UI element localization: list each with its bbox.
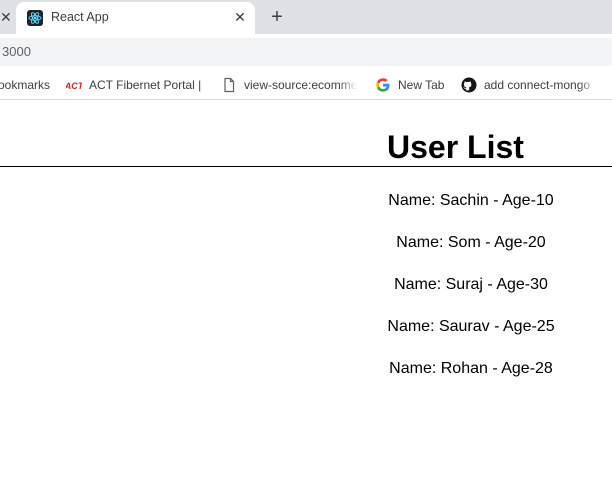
tab-close-icon[interactable]: ✕ bbox=[232, 9, 248, 25]
text-fade bbox=[339, 76, 357, 94]
bookmark-item-bookmarks[interactable]: ookmarks bbox=[0, 76, 54, 94]
bookmark-label: add connect-mongo bbox=[484, 78, 591, 92]
bookmark-item-act-fibernet[interactable]: ACT ACT Fibernet Portal | bbox=[66, 76, 202, 94]
address-bar[interactable]: 3000 bbox=[0, 38, 612, 66]
act-logo-icon: ACT bbox=[66, 77, 85, 93]
new-tab-button[interactable]: + bbox=[266, 6, 288, 28]
page-title: User List bbox=[387, 129, 524, 165]
bookmark-label: ookmarks bbox=[0, 78, 51, 92]
user-list-item: Name: Sachin - Age-10 bbox=[388, 192, 554, 209]
bookmark-item-view-source[interactable]: view-source:ecomme bbox=[221, 76, 357, 94]
github-icon bbox=[461, 77, 477, 93]
bookmark-item-connect-mongo[interactable]: add connect-mongo bbox=[461, 76, 597, 94]
page-icon bbox=[221, 77, 237, 93]
svg-text:ACT: ACT bbox=[66, 81, 82, 91]
close-icon[interactable]: ✕ bbox=[0, 8, 12, 26]
browser-tab[interactable]: React App ✕ bbox=[16, 2, 255, 34]
tab-title: React App bbox=[51, 10, 109, 24]
toolbar: 3000 bbox=[0, 34, 612, 70]
user-list-item: Name: Rohan - Age-28 bbox=[389, 360, 553, 377]
user-list-item: Name: Som - Age-20 bbox=[396, 234, 546, 251]
google-icon bbox=[375, 77, 391, 93]
bookmarks-bar: ookmarks ACT ACT Fibernet Portal | view-… bbox=[0, 70, 612, 100]
bookmark-label: ACT Fibernet Portal | bbox=[89, 78, 202, 92]
bookmark-item-new-tab[interactable]: New Tab bbox=[375, 76, 449, 94]
user-list: Name: Sachin - Age-10 Name: Som - Age-20… bbox=[330, 188, 612, 398]
divider bbox=[0, 166, 612, 167]
text-fade bbox=[579, 76, 597, 94]
tab-strip: ✕ React App ✕ + bbox=[0, 0, 612, 34]
react-logo-icon bbox=[27, 10, 43, 26]
page-content: User List Name: Sachin - Age-10 Name: So… bbox=[0, 101, 612, 488]
user-list-item: Name: Saurav - Age-25 bbox=[387, 318, 555, 335]
url-text: 3000 bbox=[2, 44, 31, 59]
bookmark-label: New Tab bbox=[398, 78, 445, 92]
user-list-item: Name: Suraj - Age-30 bbox=[394, 276, 548, 293]
